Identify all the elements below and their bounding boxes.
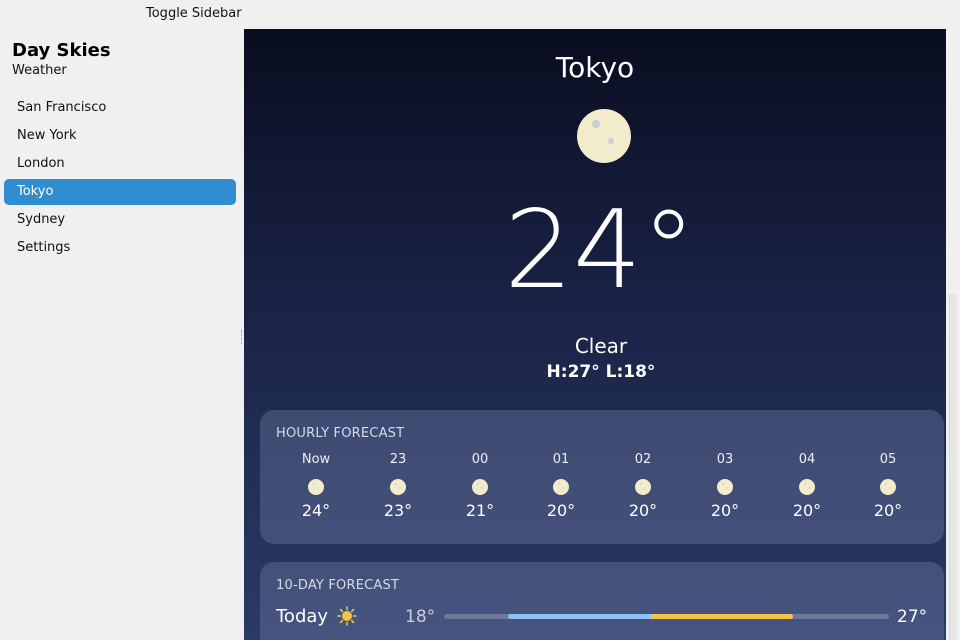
temperature-range-fill-cool bbox=[508, 614, 651, 619]
hour-item: 04 20° bbox=[766, 452, 848, 520]
hour-temp: 21° bbox=[465, 501, 495, 520]
hour-label: 23 bbox=[389, 452, 407, 467]
top-bar: Toggle Sidebar bbox=[0, 0, 960, 29]
sidebar-item-settings[interactable]: Settings bbox=[4, 235, 236, 261]
app-title: Day Skies bbox=[12, 40, 111, 61]
hour-label: 04 bbox=[798, 452, 816, 467]
hour-item: 00 21° bbox=[439, 452, 521, 520]
moon-icon bbox=[308, 479, 324, 495]
sidebar-item-london[interactable]: London bbox=[4, 151, 236, 177]
temperature-range-fill-warm bbox=[651, 614, 793, 619]
hour-temp: 20° bbox=[628, 501, 658, 520]
hour-label: 05 bbox=[879, 452, 897, 467]
toggle-sidebar-button[interactable]: Toggle Sidebar bbox=[146, 6, 242, 21]
ten-day-forecast-card: 10-DAY FORECAST Today 18° 27° bbox=[260, 562, 944, 640]
sidebar-item-san-francisco[interactable]: San Francisco bbox=[4, 95, 236, 121]
hourly-list: Now 24° 23 23° 00 21° 01 20° 02 20° 03 2… bbox=[275, 452, 927, 532]
sidebar-nav: San Francisco New York London Tokyo Sydn… bbox=[4, 95, 236, 263]
moon-icon bbox=[390, 479, 406, 495]
hour-item: 01 20° bbox=[520, 452, 602, 520]
sidebar-item-tokyo[interactable]: Tokyo bbox=[4, 179, 236, 205]
hour-label: Now bbox=[301, 452, 331, 467]
current-condition: Clear bbox=[574, 334, 628, 358]
ten-day-forecast-title: 10-DAY FORECAST bbox=[276, 578, 400, 593]
sidebar-item-new-york[interactable]: New York bbox=[4, 123, 236, 149]
hour-temp: 20° bbox=[792, 501, 822, 520]
moon-icon bbox=[880, 479, 896, 495]
app-subtitle: Weather bbox=[12, 63, 67, 78]
temperature-range-bar bbox=[444, 614, 889, 619]
hour-label: 02 bbox=[634, 452, 652, 467]
current-temperature: 24° bbox=[504, 188, 696, 313]
weather-main: Tokyo 24° Clear H:27° L:18° HOURLY FOREC… bbox=[244, 29, 946, 640]
moon-icon bbox=[799, 479, 815, 495]
high-low-temperature: H:27° L:18° bbox=[546, 362, 656, 382]
main-scrollbar[interactable] bbox=[946, 29, 960, 640]
hour-item: 05 20° bbox=[847, 452, 929, 520]
day-low-temp: 18° bbox=[405, 607, 436, 627]
sun-icon bbox=[337, 606, 357, 626]
moon-icon bbox=[635, 479, 651, 495]
moon-icon bbox=[577, 109, 631, 163]
city-name: Tokyo bbox=[555, 51, 635, 84]
moon-icon bbox=[553, 479, 569, 495]
day-row: Today 18° 27° bbox=[276, 604, 928, 628]
scrollbar-thumb[interactable] bbox=[949, 294, 957, 640]
hour-temp: 20° bbox=[873, 501, 903, 520]
day-high-temp: 27° bbox=[897, 607, 928, 627]
moon-icon bbox=[717, 479, 733, 495]
hour-temp: 20° bbox=[710, 501, 740, 520]
hour-item: 03 20° bbox=[684, 452, 766, 520]
sidebar-resize-handle[interactable] bbox=[241, 330, 243, 344]
hour-item: 02 20° bbox=[602, 452, 684, 520]
sidebar: Day Skies Weather San Francisco New York… bbox=[0, 29, 241, 640]
hourly-forecast-card: HOURLY FORECAST Now 24° 23 23° 00 21° 01… bbox=[260, 410, 944, 544]
hour-temp: 23° bbox=[383, 501, 413, 520]
moon-icon bbox=[472, 479, 488, 495]
day-name: Today bbox=[276, 606, 329, 627]
hour-label: 00 bbox=[471, 452, 489, 467]
hourly-forecast-title: HOURLY FORECAST bbox=[276, 426, 405, 441]
sidebar-item-sydney[interactable]: Sydney bbox=[4, 207, 236, 233]
hour-label: 01 bbox=[552, 452, 570, 467]
hour-label: 03 bbox=[716, 452, 734, 467]
hour-item: 23 23° bbox=[357, 452, 439, 520]
hour-item: Now 24° bbox=[275, 452, 357, 520]
hour-temp: 24° bbox=[301, 501, 331, 520]
hour-temp: 20° bbox=[546, 501, 576, 520]
